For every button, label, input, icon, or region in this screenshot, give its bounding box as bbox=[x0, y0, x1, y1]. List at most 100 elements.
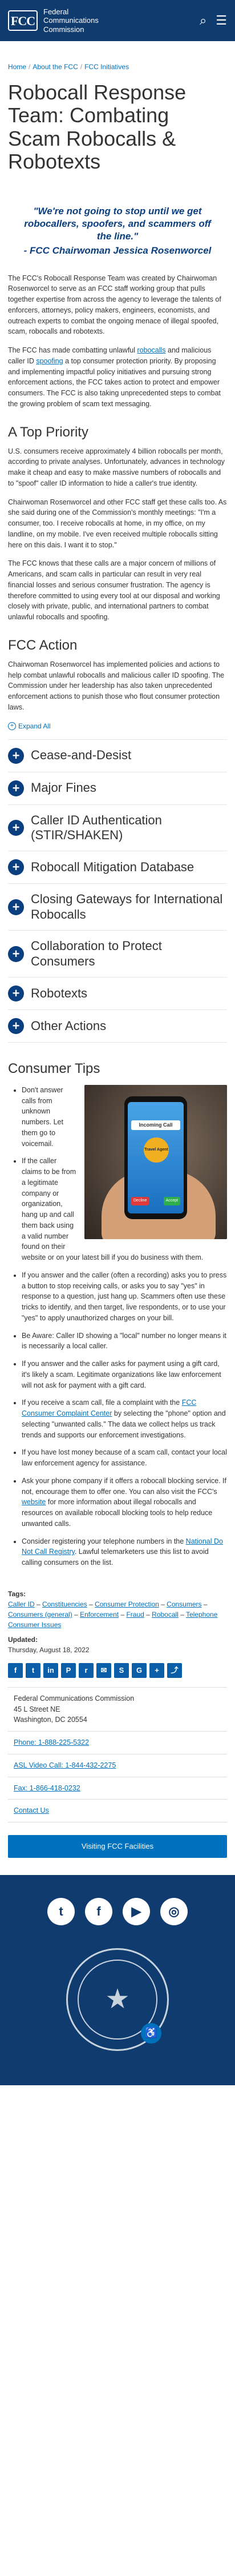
social-links: t f ▶ ◎ bbox=[0, 1897, 235, 1925]
decline-label: Decline bbox=[131, 1197, 149, 1205]
fcc-address: Federal Communications Commission 45 L S… bbox=[8, 1686, 227, 1731]
robocalls-link[interactable]: robocalls bbox=[137, 346, 166, 354]
tag-link[interactable]: Caller ID bbox=[8, 1600, 35, 1608]
breadcrumb-initiatives[interactable]: FCC Initiatives bbox=[84, 63, 129, 71]
tag-link[interactable]: Constituencies bbox=[42, 1600, 87, 1608]
accept-label: Accept bbox=[163, 1197, 180, 1205]
accessibility-icon[interactable]: ♿ bbox=[141, 2022, 161, 2044]
quote-text: "We're not going to stop until we get ro… bbox=[24, 206, 211, 242]
tip-item: Ask your phone company if it offers a ro… bbox=[22, 1476, 227, 1529]
tag-link[interactable]: Fraud bbox=[126, 1610, 144, 1618]
consumer-tips-section: Consumer Tips Incoming Call Travel Agent… bbox=[8, 1059, 227, 1575]
fcc-action-heading: FCC Action bbox=[8, 637, 78, 653]
tag-link[interactable]: Enforcement bbox=[80, 1610, 119, 1618]
fcc-logo-text: Federal Communications Commission bbox=[43, 7, 99, 34]
plus-circle-icon: + bbox=[8, 899, 24, 915]
pinterest-share-icon[interactable]: P bbox=[61, 1662, 76, 1678]
tags-list: Caller ID – Constituencies – Consumer Pr… bbox=[8, 1600, 218, 1629]
asl-video-call-link[interactable]: ASL Video Call: 1-844-432-2275 bbox=[14, 1761, 116, 1769]
top-priority-heading: A Top Priority bbox=[8, 424, 88, 440]
twitter-share-icon[interactable]: t bbox=[26, 1662, 40, 1678]
tag-link[interactable]: Consumers (general) bbox=[8, 1610, 72, 1618]
site-header: FCC Federal Communications Commission ⌕ … bbox=[0, 0, 235, 41]
tip-item: Be Aware: Caller ID showing a "local" nu… bbox=[22, 1331, 227, 1352]
intro-paragraph-2: The FCC has made combatting unlawful rob… bbox=[8, 346, 221, 408]
phone-icon: Incoming Call Travel Agent Decline Accep… bbox=[124, 1096, 187, 1219]
accordion-robocall-mitigation-database[interactable]: + Robocall Mitigation Database bbox=[8, 851, 227, 883]
facebook-share-icon[interactable]: f bbox=[8, 1662, 23, 1678]
page-title: Robocall Response Team: Combating Scam R… bbox=[8, 81, 187, 173]
tip-item: If you answer and the caller (often a re… bbox=[22, 1270, 227, 1324]
tags-label: Tags: bbox=[8, 1589, 26, 1598]
site-footer: t f ▶ ◎ ★ ♿ bbox=[0, 1874, 235, 2085]
fcc-website-link[interactable]: website bbox=[22, 1498, 46, 1506]
search-icon[interactable]: ⌕ bbox=[200, 14, 206, 27]
tip-item: If you receive a scam call, file a compl… bbox=[22, 1397, 227, 1440]
scam-badge: Travel Agent bbox=[144, 1137, 169, 1163]
top-priority-paragraph-3: The FCC knows that these calls are a maj… bbox=[8, 559, 220, 622]
fax-link[interactable]: Fax: 1-866-418-0232 bbox=[14, 1784, 80, 1792]
phone-link[interactable]: Phone: 1-888-225-5322 bbox=[14, 1738, 89, 1746]
plus-circle-icon: + bbox=[8, 985, 24, 1001]
tag-link[interactable]: Consumers bbox=[167, 1600, 201, 1608]
gmail-share-icon[interactable]: G bbox=[132, 1662, 147, 1678]
instagram-icon[interactable]: ◎ bbox=[160, 1897, 188, 1925]
fcc-action-paragraph: Chairwoman Rosenworcel has implemented p… bbox=[8, 660, 225, 711]
breadcrumb-about[interactable]: About the FCC bbox=[33, 63, 78, 71]
tip-item: Consider registering your telephone numb… bbox=[22, 1536, 227, 1568]
youtube-icon[interactable]: ▶ bbox=[123, 1897, 150, 1925]
linkedin-share-icon[interactable]: in bbox=[43, 1662, 58, 1678]
plus-circle-icon: + bbox=[8, 747, 24, 764]
top-priority-paragraph-2: Chairwoman Rosenworcel and other FCC sta… bbox=[8, 498, 227, 549]
fcc-seal: ★ ♿ bbox=[66, 1948, 169, 2051]
share-bar: f t in P r ✉ S G + ⤴ bbox=[0, 1660, 235, 1687]
expand-all-button[interactable]: + Expand All bbox=[8, 721, 227, 731]
breadcrumb: Home / About the FCC / FCC Initiatives bbox=[8, 63, 129, 71]
top-priority-paragraph-1: U.S. consumers receive approximately 4 b… bbox=[8, 447, 225, 487]
plus-circle-icon: + bbox=[8, 820, 24, 836]
plus-icon: + bbox=[8, 722, 16, 730]
plus-circle-icon: + bbox=[8, 946, 24, 962]
accordion-major-fines[interactable]: + Major Fines bbox=[8, 771, 227, 804]
breadcrumb-home[interactable]: Home bbox=[8, 63, 26, 71]
tag-link[interactable]: Consumer Protection bbox=[95, 1600, 159, 1608]
fcc-logo-mark: FCC bbox=[8, 10, 38, 31]
contact-us-link[interactable]: Contact Us bbox=[14, 1806, 49, 1814]
twitter-icon[interactable]: t bbox=[47, 1897, 75, 1925]
accordion-other-actions[interactable]: + Other Actions bbox=[8, 1009, 227, 1043]
updated-section: Updated: Thursday, August 18, 2022 bbox=[0, 1630, 235, 1660]
menu-icon[interactable]: ☰ bbox=[216, 14, 227, 27]
quote-attribution: - FCC Chairwoman Jessica Rosenworcel bbox=[23, 245, 212, 256]
main-content: The FCC's Robocall Response Team was cre… bbox=[0, 273, 235, 1575]
fcc-logo[interactable]: FCC Federal Communications Commission bbox=[8, 7, 99, 34]
accordion-cease-and-desist[interactable]: + Cease-and-Desist bbox=[8, 739, 227, 772]
accordion-collaboration[interactable]: + Collaboration to Protect Consumers bbox=[8, 930, 227, 977]
accordion-closing-gateways[interactable]: + Closing Gateways for International Rob… bbox=[8, 883, 227, 930]
reddit-share-icon[interactable]: r bbox=[79, 1662, 94, 1678]
chairwoman-quote: "We're not going to stop until we get ro… bbox=[21, 205, 214, 257]
accordion-robotexts[interactable]: + Robotexts bbox=[8, 976, 227, 1009]
spoofing-link[interactable]: spoofing bbox=[36, 357, 63, 365]
more-share-icon[interactable]: + bbox=[149, 1662, 164, 1678]
action-accordion: + Cease-and-Desist + Major Fines + Calle… bbox=[8, 739, 227, 1043]
scam-call-phone-image: Incoming Call Travel Agent Decline Accep… bbox=[84, 1084, 227, 1239]
sms-share-icon[interactable]: S bbox=[114, 1662, 129, 1678]
contact-list: Phone: 1-888-225-5322 ASL Video Call: 1-… bbox=[8, 1731, 227, 1823]
updated-label: Updated: bbox=[8, 1635, 38, 1644]
expand-all-label: Expand All bbox=[18, 722, 51, 730]
plus-circle-icon: + bbox=[8, 1017, 24, 1034]
accordion-caller-id-authentication[interactable]: + Caller ID Authentication (STIR/SHAKEN) bbox=[8, 804, 227, 851]
consumer-tips-heading: Consumer Tips bbox=[8, 1060, 100, 1076]
intro-paragraph-1: The FCC's Robocall Response Team was cre… bbox=[8, 274, 221, 336]
visiting-facilities-button[interactable]: Visiting FCC Facilities bbox=[8, 1835, 227, 1858]
header-icons: ⌕ ☰ bbox=[200, 14, 227, 27]
share-icon[interactable]: ⤴ bbox=[167, 1662, 182, 1678]
facebook-icon[interactable]: f bbox=[85, 1897, 112, 1925]
email-share-icon[interactable]: ✉ bbox=[96, 1662, 111, 1678]
tip-item: If you have lost money because of a scam… bbox=[22, 1447, 227, 1469]
incoming-call-label: Incoming Call bbox=[131, 1120, 180, 1131]
plus-circle-icon: + bbox=[8, 780, 24, 796]
tag-link[interactable]: Robocall bbox=[152, 1610, 179, 1618]
updated-date: Thursday, August 18, 2022 bbox=[8, 1645, 90, 1654]
plus-circle-icon: + bbox=[8, 859, 24, 876]
